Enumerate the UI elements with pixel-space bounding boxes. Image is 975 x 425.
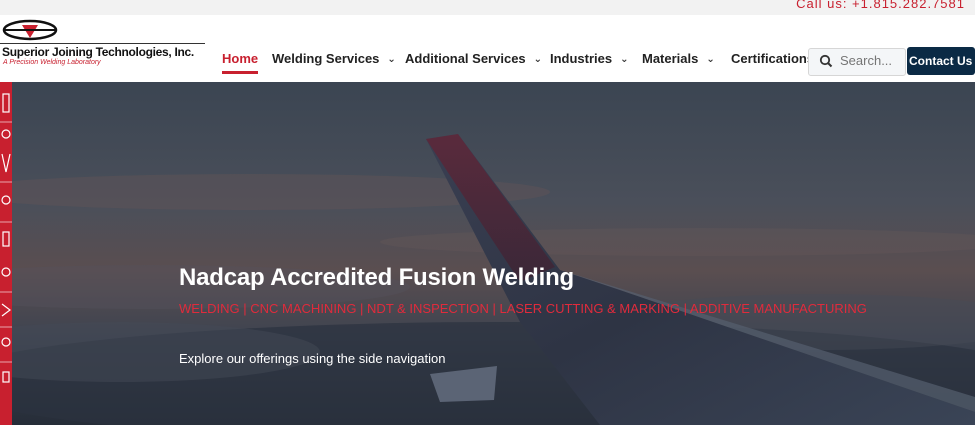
- company-logo[interactable]: Superior Joining Technologies, Inc. A Pr…: [0, 17, 205, 79]
- search-icon[interactable]: [819, 54, 833, 68]
- nav-item-label: Certifications: [731, 51, 815, 66]
- nav-item-welding-services[interactable]: Welding Services ⌄: [272, 51, 396, 66]
- nav-item-additional-services[interactable]: Additional Services ⌄: [405, 51, 542, 66]
- nav-item-label: Welding Services: [272, 51, 380, 66]
- hero-title: Nadcap Accredited Fusion Welding: [179, 264, 574, 291]
- nav-item-certifications[interactable]: Certifications: [731, 51, 814, 66]
- contact-us-button[interactable]: Contact Us: [907, 47, 975, 75]
- side-navigation[interactable]: [0, 82, 12, 425]
- hero-banner: Nadcap Accredited Fusion Welding WELDING…: [0, 82, 975, 425]
- nav-item-industries[interactable]: Industries ⌄: [550, 51, 629, 66]
- chevron-down-icon: ⌄: [387, 54, 396, 65]
- nav-item-label: Home: [222, 51, 259, 66]
- hero-background-image: [0, 82, 975, 425]
- logo-emblem-icon: [2, 19, 58, 41]
- nav-item-materials[interactable]: Materials ⌄: [642, 51, 715, 66]
- search-input[interactable]: [840, 53, 902, 68]
- nav-item-label: Materials: [642, 51, 699, 66]
- chevron-down-icon: ⌄: [706, 54, 715, 65]
- logo-divider: [0, 43, 205, 44]
- nav-item-home[interactable]: Home: [222, 51, 259, 74]
- company-name: Superior Joining Technologies, Inc.: [2, 45, 194, 59]
- chevron-down-icon: ⌄: [620, 54, 629, 65]
- site-header: Superior Joining Technologies, Inc. A Pr…: [0, 15, 975, 82]
- phone-number[interactable]: Call us: +1.815.282.7581: [796, 0, 965, 11]
- top-bar: Call us: +1.815.282.7581: [0, 0, 975, 15]
- hero-subtitle: WELDING | CNC MACHINING | NDT & INSPECTI…: [179, 301, 867, 316]
- nav-item-label: Industries: [550, 51, 613, 66]
- nav-item-label: Additional Services: [405, 51, 526, 66]
- search-box: [808, 48, 906, 76]
- hero-description: Explore our offerings using the side nav…: [179, 351, 446, 366]
- company-tagline: A Precision Welding Laboratory: [3, 59, 101, 66]
- side-navigation-icons: [0, 82, 12, 425]
- chevron-down-icon: ⌄: [533, 54, 543, 65]
